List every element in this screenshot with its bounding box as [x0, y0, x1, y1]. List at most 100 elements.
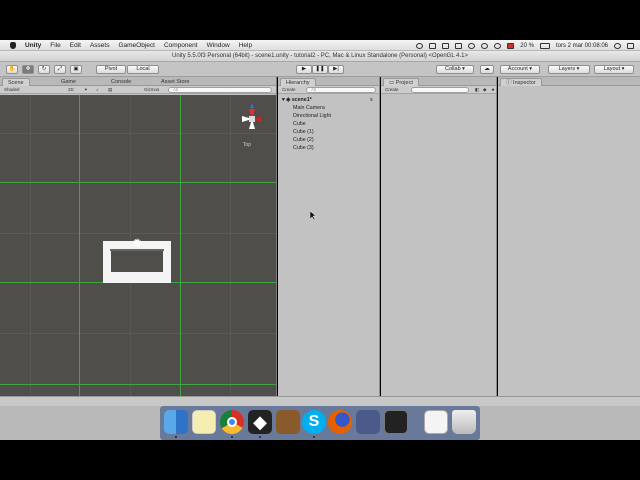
- menubar: Unity File Edit Assets GameObject Compon…: [0, 40, 640, 51]
- books-icon[interactable]: [276, 410, 300, 434]
- notification-center-icon[interactable]: [627, 42, 634, 49]
- orientation-gizmo-icon[interactable]: [234, 101, 274, 141]
- play-button[interactable]: ▶: [296, 65, 312, 74]
- inspector-panel: ⓘ Inspector: [498, 77, 640, 396]
- apple-icon[interactable]: [10, 41, 16, 49]
- status-box-icon[interactable]: [429, 42, 437, 49]
- pause-button[interactable]: ❚❚: [312, 65, 328, 74]
- spotlight-icon[interactable]: [614, 42, 621, 49]
- move-tool-button[interactable]: ✥: [22, 65, 34, 74]
- gizmo-axis-z-icon[interactable]: [250, 103, 254, 108]
- effects-toggle-icon[interactable]: ▤: [108, 87, 112, 93]
- scene-options-icon[interactable]: ≡: [370, 97, 373, 103]
- tab-hierarchy[interactable]: Hierarchy: [280, 78, 316, 86]
- rotate-tool-button[interactable]: ↻: [38, 65, 50, 74]
- collab-dropdown[interactable]: Collab ▾: [436, 65, 474, 74]
- hierarchy-item-cube-3[interactable]: Cube (3): [293, 145, 314, 151]
- menu-app-name[interactable]: Unity: [25, 42, 41, 49]
- menu-assets[interactable]: Assets: [90, 42, 110, 49]
- pivot-toggle[interactable]: Pivot: [96, 65, 126, 74]
- bluetooth-icon[interactable]: [481, 42, 489, 49]
- layout-dropdown[interactable]: Layout ▾: [594, 65, 634, 74]
- lighting-toggle-icon[interactable]: ✦: [84, 87, 88, 93]
- status-circle-icon[interactable]: [416, 42, 424, 49]
- hierarchy-item-directional-light[interactable]: Directional Light: [293, 113, 331, 119]
- tab-console[interactable]: Console: [106, 78, 136, 86]
- wifi-icon[interactable]: [494, 42, 502, 49]
- status-area: 20 % tors 2 mar 00:08:06: [416, 40, 634, 51]
- top-black-border: [0, 0, 640, 40]
- imovie-icon[interactable]: [356, 410, 380, 434]
- hand-tool-button[interactable]: ✋: [6, 65, 18, 74]
- favorite-star-icon[interactable]: ★: [491, 87, 495, 93]
- grid-line-horizontal: [0, 384, 276, 385]
- layers-dropdown[interactable]: Layers ▾: [548, 65, 590, 74]
- clock[interactable]: tors 2 mar 00:08:06: [556, 43, 608, 49]
- battery-icon[interactable]: [539, 42, 550, 49]
- expand-arrow-icon[interactable]: ▾: [282, 97, 285, 103]
- grid-minor-line: [0, 333, 276, 334]
- skype-icon[interactable]: S: [302, 410, 326, 434]
- menu-help[interactable]: Help: [239, 42, 252, 49]
- menu-edit[interactable]: Edit: [70, 42, 81, 49]
- hierarchy-item-cube[interactable]: Cube: [293, 121, 306, 127]
- timemachine-icon[interactable]: [468, 42, 476, 49]
- light-gizmo-icon[interactable]: ✹: [131, 237, 143, 249]
- terminal-icon[interactable]: [384, 410, 408, 434]
- chrome-icon[interactable]: [220, 410, 244, 434]
- gizmo-center-icon[interactable]: [249, 116, 255, 122]
- cloud-button[interactable]: ☁: [480, 65, 494, 74]
- finder-icon[interactable]: [164, 410, 188, 434]
- filter-type-icon[interactable]: ◧: [475, 87, 479, 93]
- step-button[interactable]: ▶|: [328, 65, 344, 74]
- rect-tool-button[interactable]: ▣: [70, 65, 82, 74]
- hierarchy-search-input[interactable]: All: [306, 87, 376, 93]
- account-dropdown[interactable]: Account ▾: [500, 65, 540, 74]
- screen-icon[interactable]: [442, 42, 450, 49]
- tab-inspector[interactable]: ⓘ Inspector: [500, 78, 542, 86]
- filter-label-icon[interactable]: ◆: [483, 87, 486, 93]
- hierarchy-item-cube-1[interactable]: Cube (1): [293, 129, 314, 135]
- inspector-tabstrip: ⓘ Inspector: [498, 77, 640, 86]
- scene-root[interactable]: ▾ ◈ scene1*: [282, 97, 312, 103]
- scene-name: scene1*: [291, 97, 312, 103]
- gizmos-dropdown[interactable]: Gizmos: [144, 87, 159, 93]
- trash-icon[interactable]: [452, 410, 476, 434]
- project-create-dropdown[interactable]: Create: [385, 87, 399, 93]
- scale-tool-button[interactable]: ⤢: [54, 65, 66, 74]
- rotate-icon: ↻: [41, 66, 47, 72]
- document-icon[interactable]: [424, 410, 448, 434]
- project-tabstrip: ▭ Project: [381, 77, 496, 86]
- menu-component[interactable]: Component: [164, 42, 198, 49]
- project-subbar: Create ◧ ◆ ★: [381, 86, 496, 94]
- display-icon[interactable]: [455, 42, 463, 49]
- mouse-cursor-icon: [310, 211, 317, 221]
- hierarchy-create-dropdown[interactable]: Create: [282, 87, 296, 93]
- tab-scene[interactable]: Scene: [2, 78, 30, 86]
- grid-minor-line: [0, 233, 276, 234]
- running-indicator: [313, 436, 315, 438]
- local-toggle[interactable]: Local: [127, 65, 159, 74]
- menu-file[interactable]: File: [50, 42, 60, 49]
- tab-asset-store[interactable]: Asset Store: [156, 78, 194, 86]
- unity-icon[interactable]: ◆: [248, 410, 272, 434]
- menu-window[interactable]: Window: [207, 42, 230, 49]
- firefox-icon[interactable]: [328, 410, 352, 434]
- tab-project[interactable]: ▭ Project: [383, 78, 419, 86]
- mode-2d-toggle[interactable]: 2D: [68, 87, 74, 93]
- project-search-input[interactable]: [411, 87, 469, 93]
- audio-toggle-icon[interactable]: ♪: [96, 87, 98, 93]
- hierarchy-item-cube-2[interactable]: Cube (2): [293, 137, 314, 143]
- hierarchy-item-main-camera[interactable]: Main Camera: [293, 105, 325, 111]
- notes-icon[interactable]: [192, 410, 216, 434]
- scene-view[interactable]: ✹ Top: [0, 95, 276, 396]
- cube-inner-edge: [110, 249, 164, 273]
- grid-line-vertical: [180, 95, 181, 396]
- scene-subbar: Shaded 2D ✦ ♪ ▤ Gizmos All: [0, 86, 276, 94]
- tab-game[interactable]: Game: [56, 78, 81, 86]
- hand-icon: ✋: [8, 66, 16, 72]
- menu-gameobject[interactable]: GameObject: [118, 42, 155, 49]
- scene-search-input[interactable]: All: [168, 87, 272, 93]
- flag-icon[interactable]: [507, 42, 515, 49]
- shading-mode-dropdown[interactable]: Shaded: [4, 87, 20, 93]
